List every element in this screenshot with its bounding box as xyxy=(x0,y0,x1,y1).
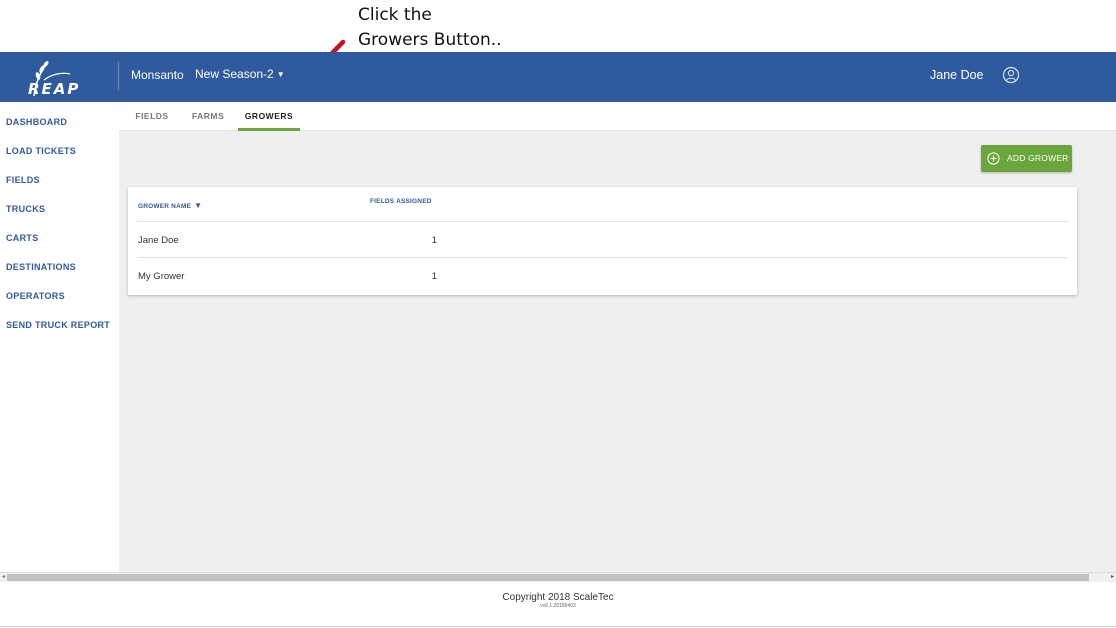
plus-circle-icon xyxy=(987,152,1000,165)
page-footer: Copyright 2018 ScaleTec vv0.1.20180403 xyxy=(0,582,1116,627)
reap-logo[interactable]: REAP xyxy=(22,56,84,98)
column-header-grower-name[interactable]: GROWER NAME ▼ xyxy=(138,201,202,210)
copyright-text: Copyright 2018 ScaleTec xyxy=(502,592,614,603)
user-name[interactable]: Jane Doe xyxy=(930,68,984,82)
scroll-right-arrow-icon[interactable]: ▸ xyxy=(1109,573,1116,582)
sidebar-item-carts[interactable]: CARTS xyxy=(6,233,39,243)
grower-name-cell: My Grower xyxy=(138,271,185,282)
horizontal-scrollbar[interactable]: ◂ ▸ xyxy=(0,572,1116,582)
chevron-down-icon: ▼ xyxy=(276,70,285,80)
fields-assigned-cell: 1 xyxy=(431,271,437,282)
grower-name-header-label: GROWER NAME xyxy=(138,203,192,210)
sidebar-item-load-tickets[interactable]: LOAD TICKETS xyxy=(6,146,76,156)
growers-table: GROWER NAME ▼ FIELDS ASSIGNED Jane Doe 1 … xyxy=(128,187,1077,295)
table-row[interactable]: Jane Doe 1 xyxy=(137,221,1068,257)
organization-name[interactable]: Monsanto xyxy=(131,68,184,82)
version-text: vv0.1.20180403 xyxy=(540,603,576,609)
tab-farms[interactable]: FARMS xyxy=(185,102,231,131)
user-profile-icon[interactable] xyxy=(1002,66,1020,84)
sidebar-item-send-truck-report[interactable]: SEND TRUCK REPORT xyxy=(6,320,110,330)
tab-bar: FIELDS FARMS GROWERS xyxy=(119,102,1116,131)
add-grower-label: ADD GROWER xyxy=(1007,153,1069,163)
add-grower-button[interactable]: ADD GROWER xyxy=(981,145,1072,172)
sort-down-icon: ▼ xyxy=(194,201,203,210)
sidebar-item-dashboard[interactable]: DASHBOARD xyxy=(6,117,67,127)
column-header-fields-assigned[interactable]: FIELDS ASSIGNED xyxy=(370,198,432,205)
table-row[interactable]: My Grower 1 xyxy=(137,257,1068,293)
scrollbar-thumb[interactable] xyxy=(7,574,1089,581)
sidebar-item-operators[interactable]: OPERATORS xyxy=(6,291,65,301)
sidebar-nav: DASHBOARD LOAD TICKETS FIELDS TRUCKS CAR… xyxy=(0,102,119,572)
app-header: REAP Monsanto New Season-2 ▼ Jane Doe xyxy=(0,52,1116,102)
season-label: New Season-2 xyxy=(195,67,274,81)
brand-name: REAP xyxy=(28,80,81,98)
header-divider xyxy=(118,62,119,90)
sidebar-item-trucks[interactable]: TRUCKS xyxy=(6,204,45,214)
season-dropdown[interactable]: New Season-2 ▼ xyxy=(195,67,285,81)
tab-fields[interactable]: FIELDS xyxy=(129,102,175,131)
sidebar-item-fields[interactable]: FIELDS xyxy=(6,175,40,185)
scroll-left-arrow-icon[interactable]: ◂ xyxy=(0,573,7,582)
grower-name-cell: Jane Doe xyxy=(138,235,179,246)
fields-assigned-cell: 1 xyxy=(431,235,437,246)
main-content: ADD GROWER GROWER NAME ▼ FIELDS ASSIGNED … xyxy=(119,131,1116,572)
tutorial-annotation: Click the Growers Button.. xyxy=(358,5,502,50)
tab-growers[interactable]: GROWERS xyxy=(238,102,300,131)
sidebar-item-destinations[interactable]: DESTINATIONS xyxy=(6,262,76,272)
